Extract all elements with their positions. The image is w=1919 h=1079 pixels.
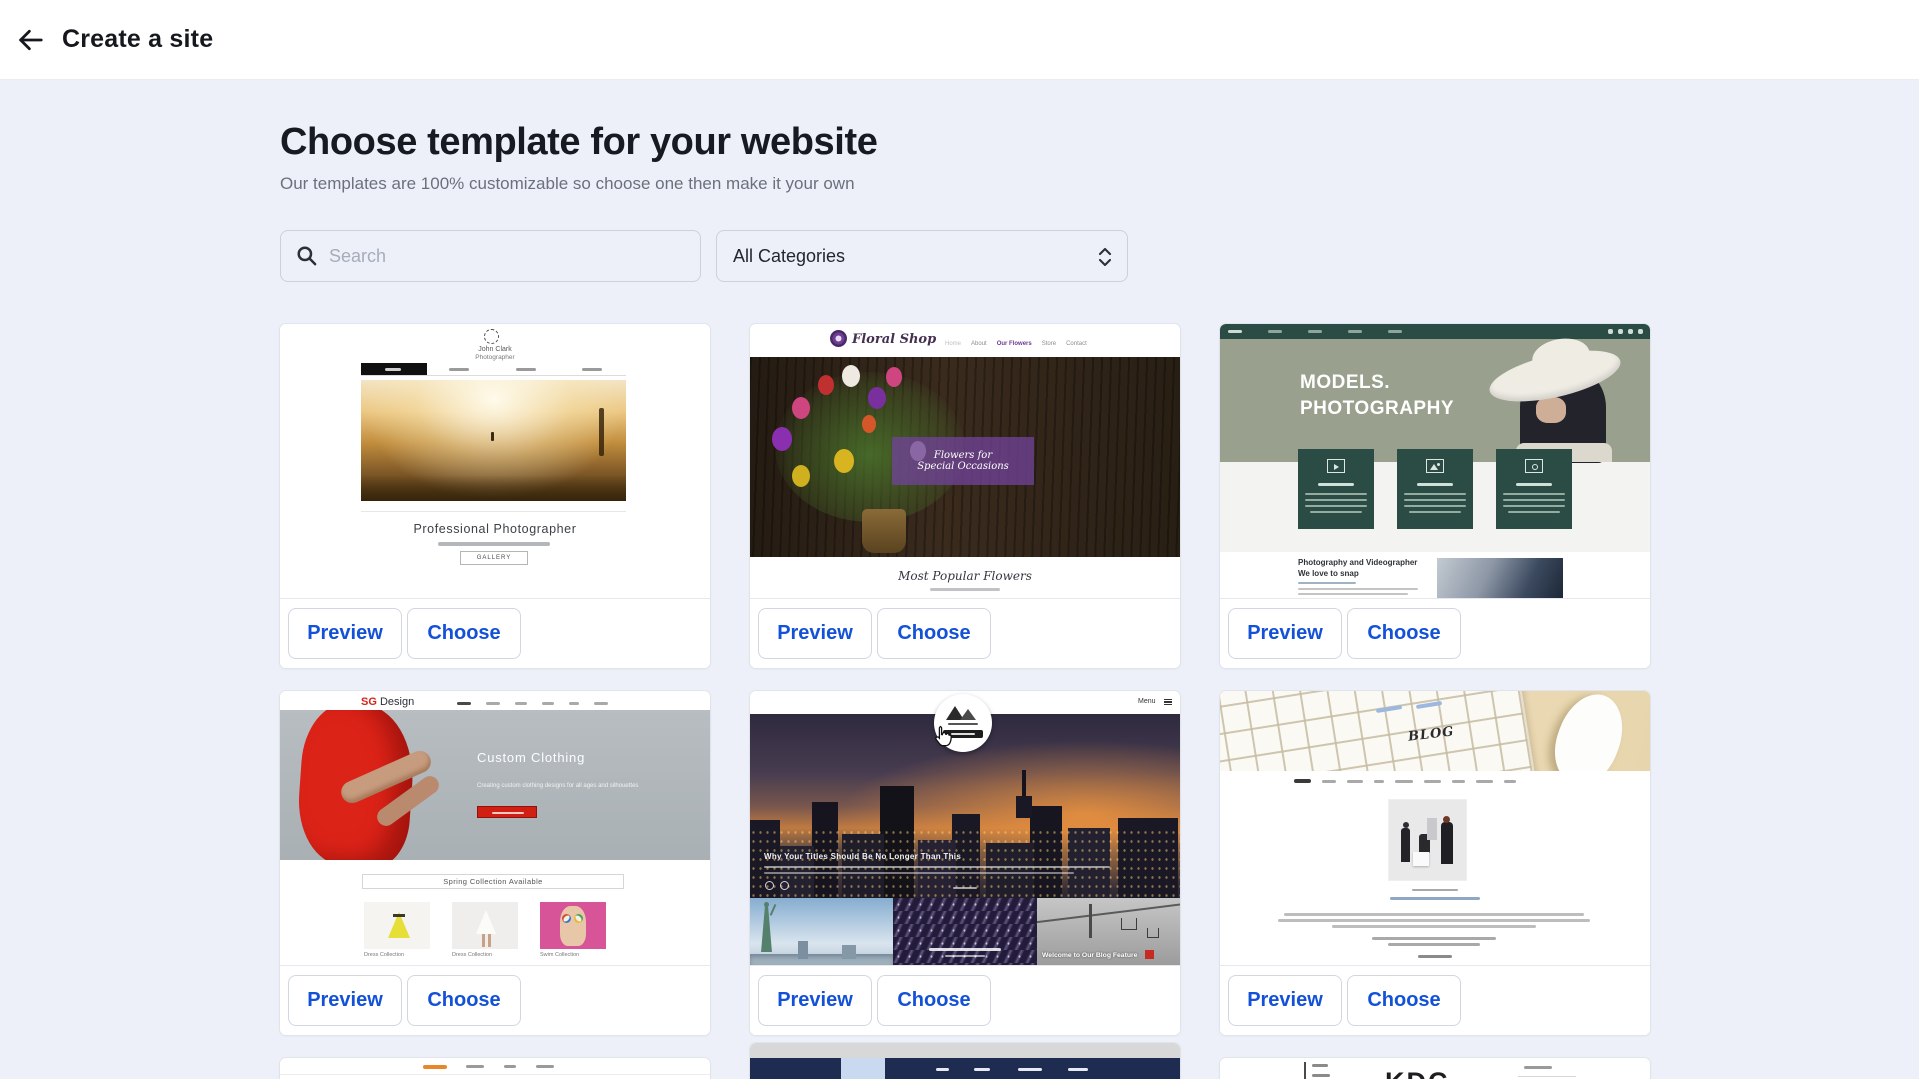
product-photo-swimwear <box>540 902 606 949</box>
thumb-ski-lift: Welcome to Our Blog Feature <box>1037 898 1180 965</box>
flower-logo-icon <box>830 330 847 347</box>
video-icon <box>1327 459 1345 473</box>
page-title: Create a site <box>62 25 213 54</box>
template-thumbnail-photographer[interactable]: John Clark Photographer Professional Pho… <box>280 324 710 598</box>
template-card-models-photography: MODELS. PHOTOGRAPHY <box>1220 324 1650 668</box>
hamburger-menu-icon <box>1164 699 1172 705</box>
sunset-field-photo <box>361 380 626 501</box>
browser-bar <box>750 1043 1180 1058</box>
preview-button[interactable]: Preview <box>1228 608 1342 659</box>
salon-photo <box>1388 799 1467 881</box>
preview-button[interactable]: Preview <box>1228 975 1342 1026</box>
preview-button[interactable]: Preview <box>758 975 872 1026</box>
card-actions: Preview Choose <box>1220 965 1650 1035</box>
choose-button[interactable]: Choose <box>407 608 521 659</box>
template-thumbnail-partial-2[interactable] <box>750 1043 1180 1079</box>
makeup-photo <box>1437 558 1563 598</box>
template-card-partial-1 <box>280 1058 710 1079</box>
section-heading: Choose template for your website <box>280 121 1919 164</box>
choose-button[interactable]: Choose <box>407 975 521 1026</box>
template-card-sg-design: SG Design Custom Clothing Creating custo… <box>280 691 710 1035</box>
desk-keyboard-photo: BLOG <box>1220 691 1650 771</box>
model-hero-photo: MODELS. PHOTOGRAPHY <box>1220 339 1650 462</box>
template-card-floral-shop: Floral Shop Home About Our Flowers Store… <box>750 324 1180 668</box>
product-photo-dress-yellow <box>364 902 430 949</box>
category-dropdown[interactable]: All Categories <box>716 230 1128 282</box>
arrow-left-icon <box>15 25 45 55</box>
aperture-logo-icon <box>484 329 499 344</box>
tulip-bouquet-photo: Flowers for Special Occasions <box>750 357 1180 557</box>
template-thumbnail-travel[interactable]: Menu Why Your Titles Should Be No Longer… <box>750 691 1180 965</box>
product-photo-dress-white <box>452 902 518 949</box>
card-actions: Preview Choose <box>1220 598 1650 668</box>
hero-overlay-panel: Flowers for Special Occasions <box>892 437 1034 485</box>
mouse <box>1544 691 1634 771</box>
template-thumbnail-partial-3[interactable]: KDC <box>1220 1058 1650 1079</box>
search-input[interactable] <box>280 230 701 282</box>
search-box <box>280 230 701 282</box>
card-actions: Preview Choose <box>750 965 1180 1035</box>
feature-card-video <box>1298 449 1374 529</box>
card-actions: Preview Choose <box>750 598 1180 668</box>
vase <box>862 509 906 553</box>
thumb-statue-of-liberty <box>750 898 893 965</box>
template-card-travel-blog: Menu Why Your Titles Should Be No Longer… <box>750 691 1180 1035</box>
template-card-photographer: John Clark Photographer Professional Pho… <box>280 324 710 668</box>
choose-button[interactable]: Choose <box>877 975 991 1026</box>
template-grid: John Clark Photographer Professional Pho… <box>280 324 1919 1079</box>
red-dress-hero-photo: Custom Clothing Creating custom clothing… <box>280 710 710 860</box>
cursor-pointer-icon <box>931 724 955 750</box>
choose-button[interactable]: Choose <box>877 608 991 659</box>
hero-cta-button <box>477 806 537 818</box>
template-picker: Choose template for your website Our tem… <box>0 121 1919 1079</box>
template-card-partial-2 <box>750 1043 1180 1079</box>
choose-button[interactable]: Choose <box>1347 608 1461 659</box>
filter-controls: All Categories <box>280 230 1919 282</box>
back-button[interactable] <box>8 18 52 62</box>
template-card-partial-2-wrap <box>750 1043 1180 1079</box>
template-thumbnail-blog[interactable]: BLOG <box>1220 691 1650 965</box>
category-selected-value: All Categories <box>733 246 845 267</box>
top-app-bar: Create a site <box>0 0 1919 80</box>
preview-button[interactable]: Preview <box>758 608 872 659</box>
feature-card-camera <box>1496 449 1572 529</box>
template-thumbnail-partial-1[interactable] <box>280 1058 710 1079</box>
nav-accent-strip <box>841 1058 885 1079</box>
search-icon <box>295 244 318 272</box>
choose-button[interactable]: Choose <box>1347 975 1461 1026</box>
image-icon <box>1426 459 1444 473</box>
section-subheading: Our templates are 100% customizable so c… <box>280 174 1919 194</box>
template-card-partial-3: KDC <box>1220 1058 1650 1079</box>
preview-button[interactable]: Preview <box>288 608 402 659</box>
card-actions: Preview Choose <box>280 598 710 668</box>
template-card-blog: BLOG <box>1220 691 1650 1035</box>
template-thumbnail-models[interactable]: MODELS. PHOTOGRAPHY <box>1220 324 1650 598</box>
feature-card-image <box>1397 449 1473 529</box>
template-thumbnail-sg-design[interactable]: SG Design Custom Clothing Creating custo… <box>280 691 710 965</box>
preview-button[interactable]: Preview <box>288 975 402 1026</box>
card-actions: Preview Choose <box>280 965 710 1035</box>
template-thumbnail-floral[interactable]: Floral Shop Home About Our Flowers Store… <box>750 324 1180 598</box>
camera-icon <box>1525 459 1543 473</box>
chevron-up-down-icon <box>1097 246 1113 268</box>
thumb-night-sky <box>893 898 1037 965</box>
